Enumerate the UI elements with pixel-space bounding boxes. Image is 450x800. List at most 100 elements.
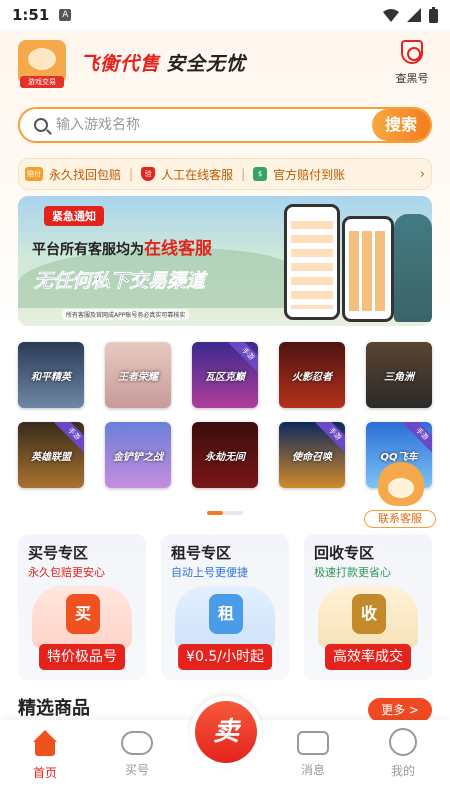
profile-icon — [389, 728, 417, 756]
search-button[interactable]: 搜索 — [372, 109, 430, 141]
game-tile-name: 和平精英 — [31, 372, 71, 383]
tab-buy-label: 买号 — [124, 763, 149, 777]
guarantee-item-3: 官方赔付到账 — [273, 167, 346, 182]
tab-mine[interactable]: 我的 — [368, 728, 438, 779]
sell-button-label: 卖 — [195, 701, 257, 763]
game-tile-name: 火影忍者 — [292, 372, 332, 383]
zone-illustration: 租 — [175, 586, 275, 648]
zone-card[interactable]: 回收专区极速打款更省心收高效率成交 — [304, 534, 432, 680]
shield-icon — [401, 40, 423, 64]
zone-subtitle: 极速打款更省心 — [314, 566, 391, 579]
brand-slogan: 安全无忧 — [166, 52, 247, 75]
banner-footnote: 所有客服及官网成APP账号务必真实可靠核实 — [62, 309, 190, 320]
signal-icon — [407, 8, 421, 22]
tab-mine-label: 我的 — [390, 764, 415, 778]
game-tile-name: 瓦区克巅 — [205, 372, 245, 383]
tab-home[interactable]: 首页 — [10, 728, 80, 781]
featured-section-title: 精选商品 — [18, 698, 90, 719]
search-input[interactable] — [56, 117, 372, 133]
zone-subtitle: 自动上号更便捷 — [171, 566, 248, 579]
tab-home-label: 首页 — [32, 766, 57, 780]
more-button[interactable]: 更多 > — [368, 698, 432, 722]
pager-dot — [223, 511, 243, 515]
contact-service-button[interactable]: 联系客服 — [364, 462, 436, 528]
gamepad-icon — [121, 731, 153, 755]
zone-icon: 租 — [209, 594, 243, 634]
zone-illustration: 买 — [32, 586, 132, 648]
guarantee-strip[interactable]: 赔付 永久找回包赔 | 验 人工在线客服 | $ 官方赔付到账 › — [18, 158, 432, 190]
banner-line-2: 无任何私下交易渠道 — [34, 270, 206, 293]
logo-tag: 游戏交易 — [20, 76, 64, 88]
game-tile[interactable]: 使命召唤 手游 — [279, 422, 345, 488]
game-tile[interactable]: 和平精英 — [18, 342, 84, 408]
verify-shield-icon: 验 — [141, 167, 156, 181]
zone-title: 租号专区 — [171, 544, 232, 562]
status-time: 1:51 — [12, 6, 50, 24]
zone-icon: 买 — [66, 594, 100, 634]
search-bar: 搜索 — [18, 107, 432, 143]
guarantee-item-2: 人工在线客服 — [161, 167, 234, 182]
check-blacklist-label: 查黑号 — [395, 72, 429, 85]
game-tile-name: 王者荣耀 — [118, 372, 158, 383]
game-tile-name: 永劫无间 — [205, 452, 245, 463]
game-tile[interactable]: 英雄联盟 手游 — [18, 422, 84, 488]
brand-title: 飞衡代售 安全无忧 — [80, 49, 246, 76]
status-bar: 1:51 A — [0, 0, 450, 30]
banner-line-1-prefix: 平台所有客服均为 — [32, 242, 144, 258]
pager-indicator — [207, 511, 243, 515]
game-tile[interactable]: 瓦区克巅 手游 — [192, 342, 258, 408]
pager-dot-active — [207, 511, 223, 515]
zone-card[interactable]: 租号专区自动上号更便捷租 ¥0.5/小时起 — [161, 534, 289, 680]
guarantee-item-1: 永久找回包赔 — [49, 167, 122, 182]
zone-title: 回收专区 — [314, 544, 375, 562]
banner-line-1: 平台所有客服均为在线客服 — [32, 234, 212, 259]
game-tile[interactable]: 永劫无间 — [192, 422, 258, 488]
banner-phone-mockup-2 — [342, 216, 394, 322]
game-tile[interactable]: 金铲铲之战 — [105, 422, 171, 488]
mascot-icon — [378, 462, 424, 506]
sim-icon: A — [59, 9, 72, 21]
banner-phone-mockup — [284, 204, 340, 320]
zone-illustration: 收 — [318, 586, 418, 648]
game-tile-name: 金铲铲之战 — [113, 452, 163, 463]
wifi-icon — [383, 8, 399, 22]
banner-line-1-highlight: 在线客服 — [144, 239, 212, 259]
zone-cards: 买号专区永久包赔更安心买特价极品号 租号专区自动上号更便捷租 ¥0.5/小时起 回收专… — [18, 534, 432, 680]
zone-icon: 收 — [352, 594, 386, 634]
game-tile-name: 使命召唤 — [292, 452, 332, 463]
game-tile-name: 三角洲 — [384, 372, 414, 383]
logo-mascot-icon: 游戏交易 — [18, 40, 66, 88]
brand-header: 游戏交易 飞衡代售 安全无忧 — [18, 40, 246, 88]
contact-service-label: 联系客服 — [364, 510, 436, 528]
check-blacklist-button[interactable]: 查黑号 — [392, 40, 432, 86]
zone-tag: 特价极品号 — [39, 644, 125, 670]
game-tile[interactable]: 火影忍者 — [279, 342, 345, 408]
tab-buy[interactable]: 买号 — [102, 728, 172, 778]
message-icon — [297, 731, 329, 755]
zone-subtitle: 永久包赔更安心 — [28, 566, 105, 579]
divider: | — [129, 167, 134, 181]
game-tile[interactable]: 王者荣耀 — [105, 342, 171, 408]
tab-messages[interactable]: 消息 — [278, 728, 348, 778]
sell-button[interactable]: 卖 — [190, 696, 262, 768]
battery-icon — [429, 7, 438, 23]
zone-title: 买号专区 — [28, 544, 89, 562]
brand-name: 飞衡代售 — [80, 52, 161, 75]
compensation-badge-icon: 赔付 — [25, 167, 43, 181]
payout-icon: $ — [253, 167, 268, 181]
game-tile[interactable]: 三角洲 — [366, 342, 432, 408]
chevron-right-icon: › — [419, 166, 425, 182]
promo-banner[interactable]: 紧急通知 平台所有客服均为在线客服 无任何私下交易渠道 所有客服及官网成APP账… — [18, 196, 432, 326]
bottom-tab-bar: 首页 买号 卖 消息 我的 — [0, 696, 450, 800]
divider: | — [241, 167, 246, 181]
banner-character-image — [394, 214, 432, 322]
home-icon — [29, 728, 61, 758]
zone-tag: ¥0.5/小时起 — [178, 644, 272, 670]
search-icon — [34, 118, 48, 132]
zone-tag: 高效率成交 — [325, 644, 411, 670]
tab-messages-label: 消息 — [300, 763, 325, 777]
banner-notice-badge: 紧急通知 — [44, 206, 104, 226]
game-tile-name: QQ飞车 — [380, 452, 418, 463]
zone-card[interactable]: 买号专区永久包赔更安心买特价极品号 — [18, 534, 146, 680]
game-tile-name: 英雄联盟 — [31, 452, 71, 463]
